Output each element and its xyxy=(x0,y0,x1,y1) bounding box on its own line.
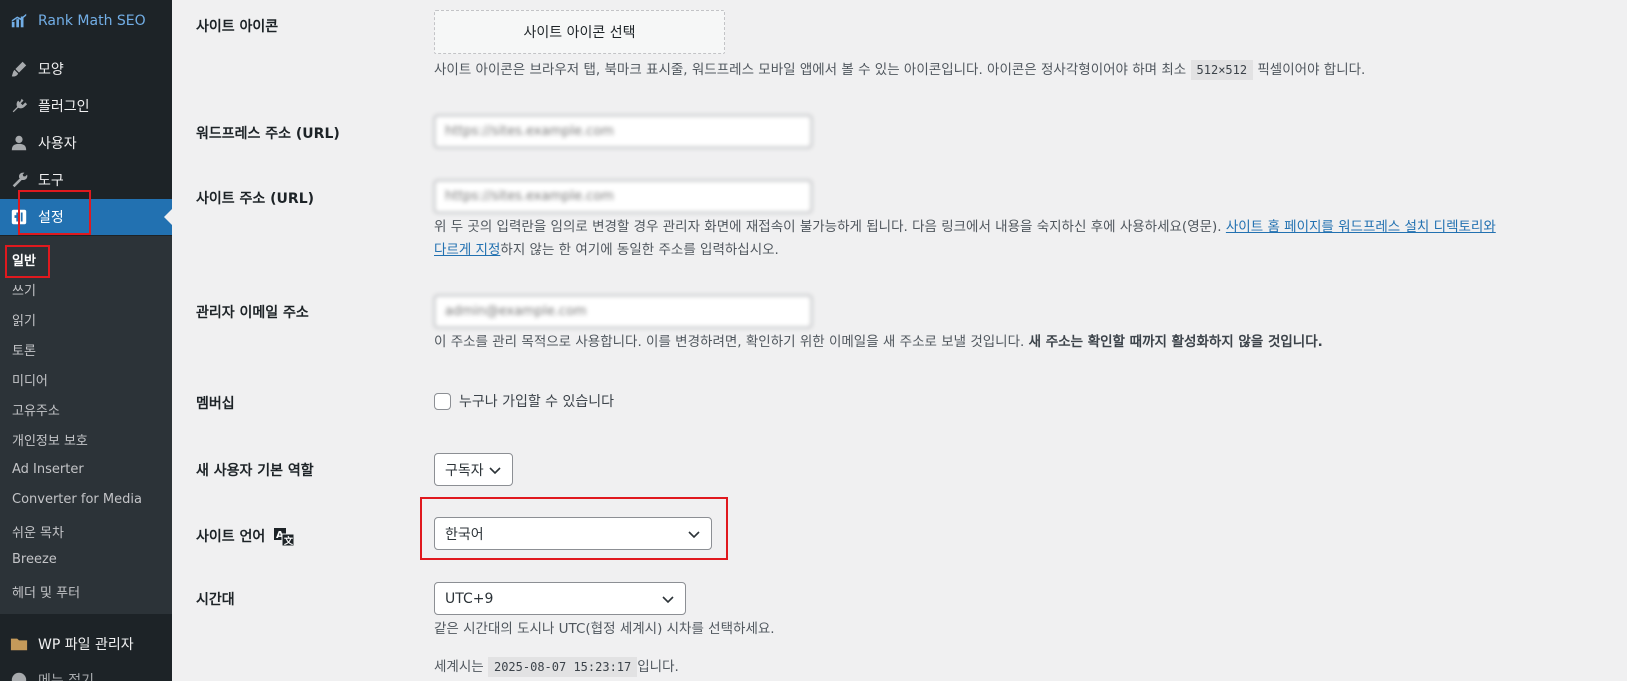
wp-address-label: 워드프레스 주소 (URL) xyxy=(196,126,340,142)
membership-checkbox[interactable] xyxy=(434,393,451,410)
settings-submenu: 일반 쓰기 읽기 토론 미디어 고유주소 개인정보 보호 Ad Inserter… xyxy=(0,236,172,614)
timezone-label: 시간대 xyxy=(196,592,235,608)
sidebar-item-settings[interactable]: 설정 xyxy=(0,199,172,235)
user-icon xyxy=(9,133,29,153)
membership-checkbox-label[interactable]: 누구나 가입할 수 있습니다 xyxy=(459,391,614,411)
submenu-item-writing[interactable]: 쓰기 xyxy=(12,280,36,299)
sidebar-item-label: Rank Math SEO xyxy=(38,13,146,29)
universal-time-suffix: 입니다. xyxy=(637,659,679,675)
submenu-item-privacy[interactable]: 개인정보 보호 xyxy=(12,430,88,449)
chevron-down-icon xyxy=(687,527,701,541)
site-language-select[interactable]: 한국어 xyxy=(434,517,712,550)
rankmath-chart-icon xyxy=(9,11,29,31)
settings-icon xyxy=(9,207,29,227)
submenu-item-breeze[interactable]: Breeze xyxy=(12,552,57,567)
current-menu-arrow xyxy=(164,209,172,225)
sidebar-item-label: 설정 xyxy=(38,210,64,226)
site-icon-label: 사이트 아이콘 xyxy=(196,19,279,35)
admin-email-description: 이 주소를 관리 목적으로 사용합니다. 이를 변경하려면, 확인하기 위한 이… xyxy=(434,331,1323,354)
svg-text:文: 文 xyxy=(283,535,294,546)
site-language-label-text: 사이트 언어 xyxy=(196,529,266,545)
submenu-item-easy-toc[interactable]: 쉬운 목차 xyxy=(12,522,64,541)
chevron-down-icon xyxy=(661,592,675,606)
install-directory-link-cont[interactable]: 다르게 지정 xyxy=(434,242,500,258)
timezone-value: UTC+9 xyxy=(445,590,494,607)
universal-time-code: 2025-08-07 15:23:17 xyxy=(487,657,638,677)
sidebar-item-label: 메뉴 접기 xyxy=(38,673,94,681)
site-language-label: 사이트 언어 A文 xyxy=(196,526,295,547)
paintbrush-icon xyxy=(9,59,29,79)
submenu-item-reading[interactable]: 읽기 xyxy=(12,310,36,329)
submenu-item-ad-inserter[interactable]: Ad Inserter xyxy=(12,462,84,477)
universal-time-prefix: 세계시는 xyxy=(434,659,484,675)
sidebar-item-users[interactable]: 사용자 xyxy=(0,125,172,161)
wrench-icon xyxy=(9,170,29,190)
sidebar-item-tools[interactable]: 도구 xyxy=(0,162,172,198)
sidebar-item-wp-file-manager[interactable]: WP 파일 관리자 xyxy=(0,626,172,662)
site-address-label: 사이트 주소 (URL) xyxy=(196,191,315,207)
admin-email-desc-text: 이 주소를 관리 목적으로 사용합니다. 이를 변경하려면, 확인하기 위한 이… xyxy=(434,334,1025,350)
sidebar-item-label: 도구 xyxy=(38,173,64,189)
collapse-icon xyxy=(9,670,29,681)
submenu-item-header-footer[interactable]: 헤더 및 푸터 xyxy=(12,582,80,601)
submenu-item-permalinks[interactable]: 고유주소 xyxy=(12,400,60,419)
sidebar-item-label: 사용자 xyxy=(38,136,77,152)
admin-email-label: 관리자 이메일 주소 xyxy=(196,305,309,321)
select-site-icon-button[interactable]: 사이트 아이콘 선택 xyxy=(434,10,725,54)
sidebar-item-collapse[interactable]: 메뉴 접기 xyxy=(0,662,172,681)
submenu-item-converter-for-media[interactable]: Converter for Media xyxy=(12,492,142,507)
sidebar-item-plugins[interactable]: 플러그인 xyxy=(0,88,172,124)
sidebar-item-label: 플러그인 xyxy=(38,99,90,115)
site-address-desc-text-end: 하지 않는 한 여기에 동일한 주소를 입력하십시오. xyxy=(500,242,779,258)
site-address-input[interactable] xyxy=(434,180,812,213)
membership-label: 멤버십 xyxy=(196,396,235,412)
timezone-select[interactable]: UTC+9 xyxy=(434,582,686,615)
chevron-down-icon xyxy=(488,463,502,477)
submenu-item-discussion[interactable]: 토론 xyxy=(12,340,36,359)
default-role-label: 새 사용자 기본 역할 xyxy=(196,463,314,479)
plugin-icon xyxy=(9,96,29,116)
default-role-value: 구독자 xyxy=(445,462,484,479)
install-directory-link[interactable]: 사이트 홈 페이지를 워드프레스 설치 디렉토리와 xyxy=(1226,219,1496,235)
sidebar-item-label: WP 파일 관리자 xyxy=(38,637,134,653)
submenu-item-general[interactable]: 일반 xyxy=(12,250,36,269)
site-address-description: 위 두 곳의 입력란을 임의로 변경할 경우 관리자 화면에 재접속이 불가능하… xyxy=(434,216,1614,262)
sidebar-item-rankmath[interactable]: Rank Math SEO xyxy=(0,3,172,39)
sidebar-item-label: 모양 xyxy=(38,62,64,78)
wp-address-input[interactable] xyxy=(434,115,812,148)
admin-sidebar: Rank Math SEO 모양 플러그인 사용자 도구 설정 일반 쓰기 읽기… xyxy=(0,0,172,681)
universal-time-line: 세계시는 2025-08-07 15:23:17 입니다. xyxy=(434,656,679,679)
sidebar-item-appearance[interactable]: 모양 xyxy=(0,51,172,87)
default-role-select[interactable]: 구독자 xyxy=(434,453,513,486)
site-icon-description: 사이트 아이콘은 브라우저 탭, 북마크 표시줄, 워드프레스 모바일 앱에서 … xyxy=(434,59,1365,82)
folder-icon xyxy=(9,634,29,654)
admin-email-input[interactable] xyxy=(434,295,812,328)
site-icon-desc-text: 사이트 아이콘은 브라우저 탭, 북마크 표시줄, 워드프레스 모바일 앱에서 … xyxy=(434,62,1187,78)
site-address-desc-text: 위 두 곳의 입력란을 임의로 변경할 경우 관리자 화면에 재접속이 불가능하… xyxy=(434,219,1222,235)
submenu-item-media[interactable]: 미디어 xyxy=(12,370,48,389)
admin-email-desc-bold: 새 주소는 확인할 때까지 활성화하지 않을 것입니다. xyxy=(1028,334,1323,350)
site-language-value: 한국어 xyxy=(445,526,484,543)
translate-icon: A文 xyxy=(274,528,295,547)
site-icon-desc-text-end: 픽셀이어야 합니다. xyxy=(1257,62,1366,78)
timezone-description: 같은 시간대의 도시나 UTC(협정 세계시) 시차를 선택하세요. xyxy=(434,621,775,637)
icon-size-code: 512×512 xyxy=(1190,60,1254,80)
